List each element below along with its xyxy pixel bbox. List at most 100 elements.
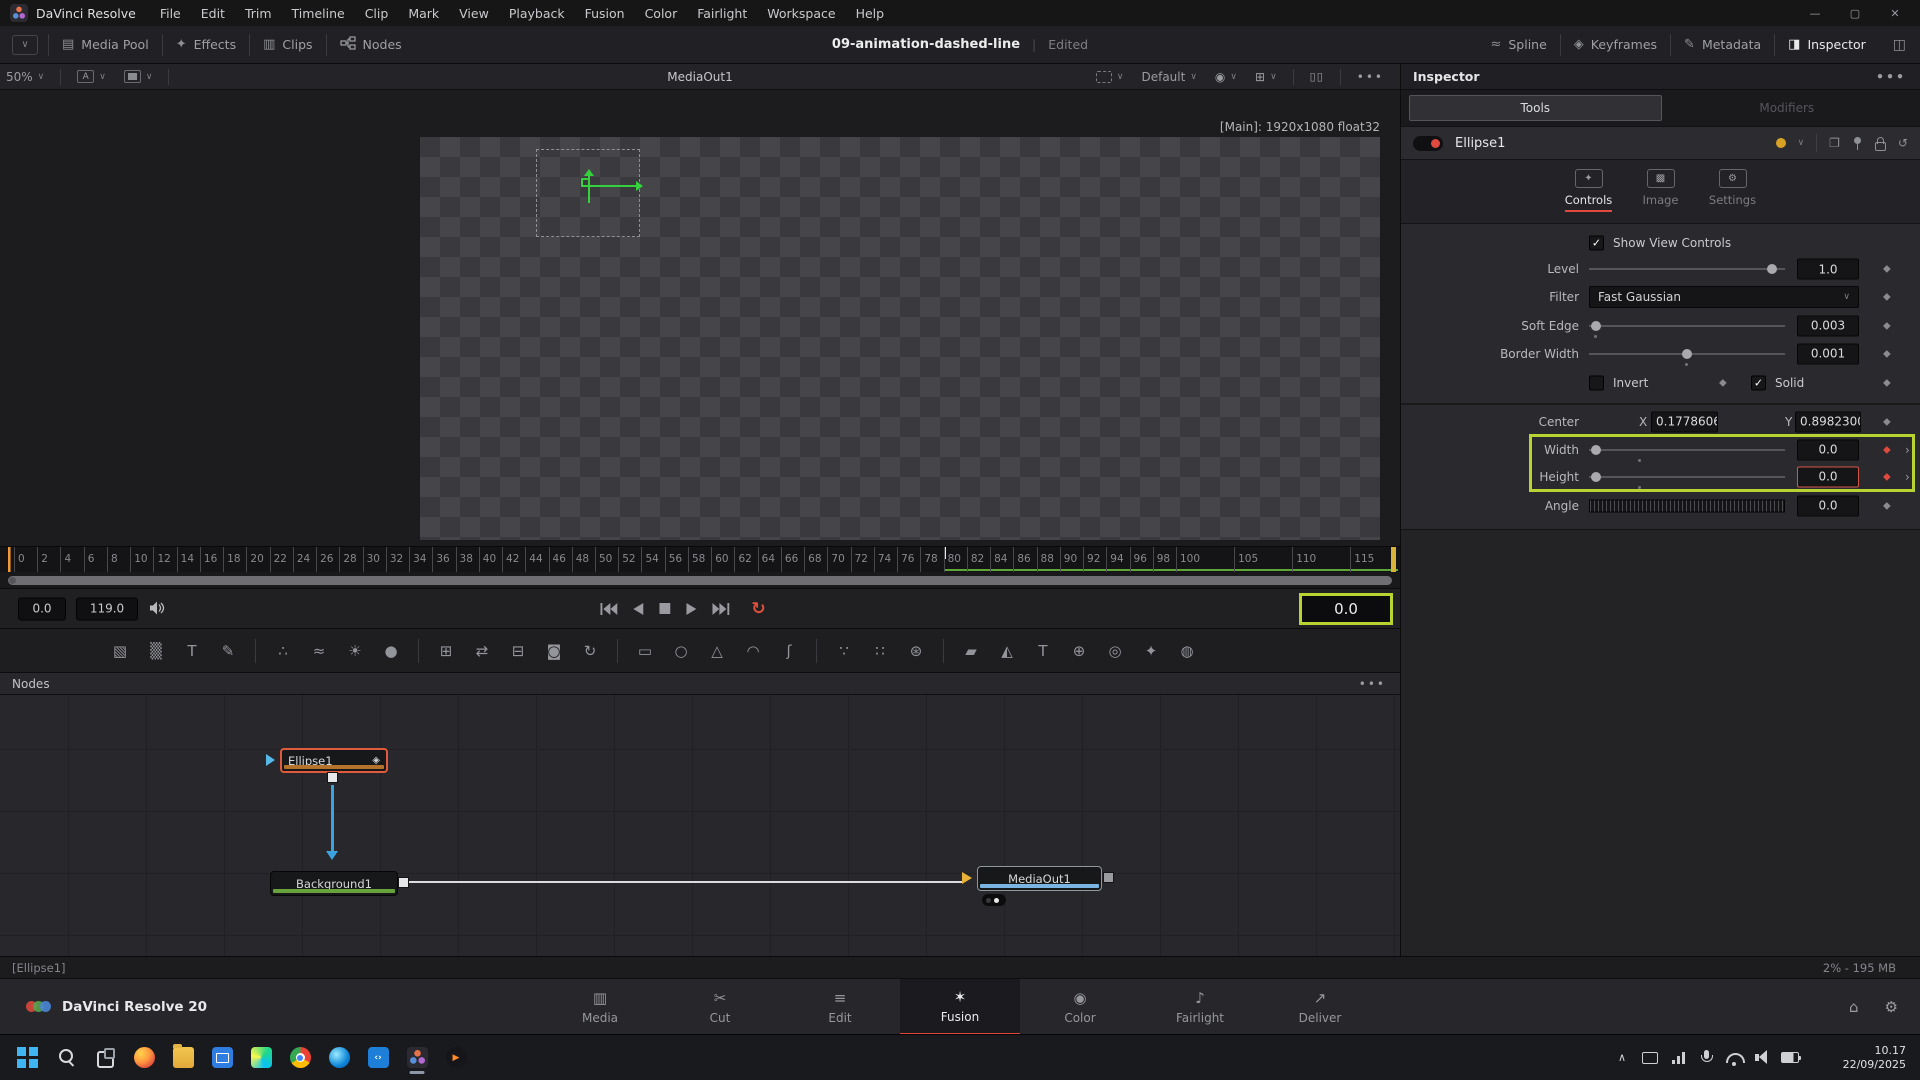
tool-color-corrector[interactable]: ∴ xyxy=(269,637,297,665)
panel-layout-icon[interactable]: ◫ xyxy=(1879,37,1920,53)
page-tab-deliver[interactable]: ↗ Deliver xyxy=(1260,979,1380,1035)
collapse-toolbar-button[interactable]: ∨ xyxy=(12,35,38,55)
show-view-controls-checkbox[interactable]: ✓ xyxy=(1589,236,1604,251)
minimize-button[interactable]: — xyxy=(1808,7,1822,20)
page-tab-cut[interactable]: ✂ Cut xyxy=(660,979,780,1035)
connection-ellipse-to-background[interactable] xyxy=(331,785,334,857)
metadata-button[interactable]: ✎ Metadata xyxy=(1671,26,1774,63)
width-value[interactable]: 0.0 xyxy=(1797,439,1859,460)
chevron-right-icon[interactable]: › xyxy=(1905,470,1910,484)
loop-button[interactable]: ↻ xyxy=(751,599,765,619)
node-tile-color-swatch[interactable] xyxy=(1776,138,1786,148)
spline-button[interactable]: ≈ Spline xyxy=(1477,26,1559,63)
taskbar-store[interactable] xyxy=(207,1040,237,1076)
tool-image-plane-3d[interactable]: ▰ xyxy=(957,637,985,665)
keyframe-diamond-icon[interactable]: ◆ xyxy=(1883,320,1891,331)
taskbar-chrome[interactable] xyxy=(285,1040,315,1076)
reset-icon[interactable]: ↺ xyxy=(1898,136,1908,150)
page-tab-media[interactable]: ▥ Media xyxy=(540,979,660,1035)
tool-text-plus[interactable]: T xyxy=(178,637,206,665)
clips-button[interactable]: ▥ Clips xyxy=(250,26,325,63)
page-tab-fusion[interactable]: ✶ Fusion xyxy=(900,979,1020,1035)
taskbar-firefox[interactable] xyxy=(129,1040,159,1076)
taskbar-edge[interactable] xyxy=(324,1040,354,1076)
battery-icon[interactable] xyxy=(1778,1045,1802,1071)
menu-item[interactable]: Trim xyxy=(235,3,282,24)
audio-mute-button[interactable] xyxy=(150,599,166,618)
activity-icon[interactable] xyxy=(1666,1045,1690,1071)
node-graph[interactable]: Ellipse1 ◈ Background1 MediaOut1 xyxy=(0,694,1400,956)
gizmo-center-handle[interactable] xyxy=(581,178,590,187)
viewer-options-menu[interactable]: ••• xyxy=(1351,70,1390,84)
menu-item[interactable]: Edit xyxy=(191,3,235,24)
solid-checkbox[interactable]: ✓ xyxy=(1751,376,1766,391)
gear-icon[interactable]: ⚙ xyxy=(1885,998,1898,1016)
range-in-field[interactable]: 0.0 xyxy=(18,597,66,620)
gizmo-x-axis[interactable] xyxy=(589,185,641,187)
horizontal-scrollbar[interactable] xyxy=(8,576,1392,585)
inspector-button[interactable]: ◨ Inspector xyxy=(1775,26,1879,63)
go-to-start-button[interactable] xyxy=(600,603,617,615)
lock-icon[interactable] xyxy=(1875,137,1886,150)
tool-render-3d[interactable]: ◍ xyxy=(1173,637,1201,665)
color-controls-dropdown[interactable]: ◉ ∨ xyxy=(1209,70,1243,84)
tool-channel-booleans[interactable]: ⇄ xyxy=(468,637,496,665)
tool-bspline-mask[interactable]: ◠ xyxy=(739,637,767,665)
node-enable-toggle[interactable] xyxy=(1413,136,1443,151)
play-reverse-button[interactable] xyxy=(633,603,643,615)
hidden-icons-chevron[interactable]: ∧ xyxy=(1610,1045,1634,1071)
gizmo-y-axis[interactable] xyxy=(588,171,590,203)
display-icon[interactable] xyxy=(1638,1045,1662,1071)
node-mediaout1[interactable]: MediaOut1 xyxy=(977,866,1102,891)
subtab-controls[interactable]: ✦ Controls xyxy=(1560,169,1618,212)
tool-brightness-contrast[interactable]: ☀ xyxy=(341,637,369,665)
taskbar-dev-tool[interactable] xyxy=(246,1040,276,1076)
copy-settings-icon[interactable]: ❐ xyxy=(1829,136,1840,150)
nodes-button[interactable]: Nodes xyxy=(327,26,415,63)
tool-magic-mask[interactable]: ʃ xyxy=(775,637,803,665)
keyframe-diamond-icon[interactable]: ◆ xyxy=(1883,500,1891,511)
tool-fast-noise[interactable]: ▒ xyxy=(142,637,170,665)
connection-background-to-mediaout[interactable] xyxy=(409,881,962,883)
tool-rectangle-mask[interactable]: ▭ xyxy=(631,637,659,665)
border-width-slider[interactable] xyxy=(1589,347,1785,361)
tool-particle-render[interactable]: ⊛ xyxy=(902,637,930,665)
subtab-settings[interactable]: ⚙ Settings xyxy=(1704,169,1762,207)
channel-dropdown[interactable]: A ∨ xyxy=(71,70,112,83)
angle-value[interactable]: 0.0 xyxy=(1797,495,1859,516)
keyframe-diamond-red-icon[interactable]: ◆ xyxy=(1883,444,1891,455)
tool-camera-3d[interactable]: ◎ xyxy=(1101,637,1129,665)
tool-polygon-mask[interactable]: △ xyxy=(703,637,731,665)
taskbar-search[interactable] xyxy=(51,1040,81,1076)
effects-button[interactable]: ✦ Effects xyxy=(163,26,249,63)
wifi-icon[interactable] xyxy=(1722,1045,1746,1071)
border-width-value[interactable]: 0.001 xyxy=(1797,343,1859,364)
menu-item[interactable]: Workspace xyxy=(757,3,845,24)
media-pool-button[interactable]: ▤ Media Pool xyxy=(49,26,162,63)
taskbar-media-player[interactable] xyxy=(441,1040,471,1076)
width-slider[interactable] xyxy=(1589,443,1785,457)
keyframe-diamond-icon[interactable]: ◆ xyxy=(1883,264,1891,275)
keyframe-diamond-icon[interactable]: ◆ xyxy=(1883,416,1891,427)
tool-blur[interactable]: ● xyxy=(377,637,405,665)
go-to-end-button[interactable] xyxy=(712,603,729,615)
page-tab-edit[interactable]: ≡ Edit xyxy=(780,979,900,1035)
keyframe-diamond-icon[interactable]: ◆ xyxy=(1719,378,1727,389)
zoom-level-dropdown[interactable]: 50% ∨ xyxy=(0,70,50,84)
tool-light-3d[interactable]: ✦ xyxy=(1137,637,1165,665)
playhead[interactable] xyxy=(8,547,11,572)
center-x-field[interactable]: 0.17786069 xyxy=(1651,411,1718,432)
invert-checkbox[interactable] xyxy=(1589,376,1604,391)
center-y-field[interactable]: 0.89823008 xyxy=(1795,411,1861,432)
level-value[interactable]: 1.0 xyxy=(1797,259,1859,280)
pin-icon[interactable] xyxy=(1852,137,1863,150)
tool-matte-control[interactable]: ⊟ xyxy=(504,637,532,665)
subtab-image[interactable]: ▩ Image xyxy=(1632,169,1690,207)
taskbar-file-explorer[interactable] xyxy=(168,1040,198,1076)
tool-color-curves[interactable]: ≈ xyxy=(305,637,333,665)
timeline-ruler[interactable]: 0246810121416182022242628303234363840424… xyxy=(0,546,1400,572)
menu-item[interactable]: Fairlight xyxy=(687,3,757,24)
tool-ellipse-mask[interactable]: ○ xyxy=(667,637,695,665)
tool-shape-3d[interactable]: ◭ xyxy=(993,637,1021,665)
taskbar-start[interactable] xyxy=(12,1040,42,1076)
